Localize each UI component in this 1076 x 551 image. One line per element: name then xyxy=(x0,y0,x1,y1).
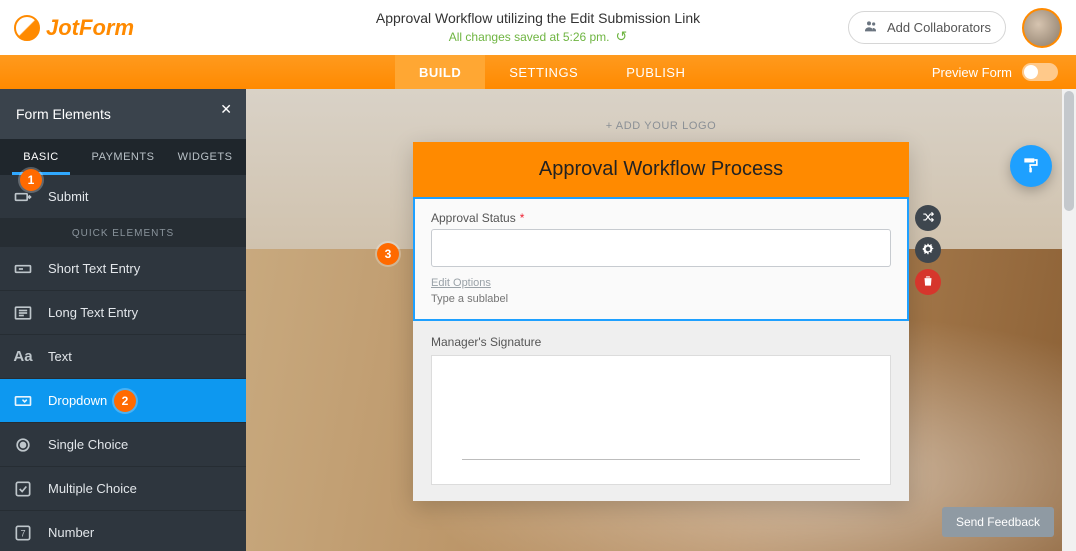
sidebar-title: Form Elements xyxy=(16,106,111,122)
sidebar-tab-widgets-label: WIDGETS xyxy=(178,151,233,163)
element-long-text-label: Long Text Entry xyxy=(48,305,138,320)
short-text-icon xyxy=(12,258,34,280)
approval-status-input[interactable] xyxy=(431,229,891,267)
dropdown-icon xyxy=(12,390,34,412)
logo[interactable]: JotForm xyxy=(14,15,134,41)
svg-text:7: 7 xyxy=(20,528,25,538)
revert-icon[interactable]: ↺ xyxy=(616,28,628,45)
number-icon: 7 xyxy=(12,522,34,544)
field-approval-status[interactable]: 3 Approval Status * Edit Options xyxy=(413,197,909,321)
add-collaborators-label: Add Collaborators xyxy=(887,20,991,35)
element-multiple-choice-label: Multiple Choice xyxy=(48,481,137,496)
theme-roller-button[interactable] xyxy=(1010,145,1052,187)
element-dropdown[interactable]: Dropdown 2 xyxy=(0,379,246,423)
trash-icon xyxy=(921,274,935,291)
step-badge-1: 1 xyxy=(20,169,42,191)
add-collaborators-button[interactable]: Add Collaborators xyxy=(848,11,1006,44)
element-short-text[interactable]: Short Text Entry xyxy=(0,247,246,291)
element-single-choice-label: Single Choice xyxy=(48,437,128,452)
element-short-text-label: Short Text Entry xyxy=(48,261,140,276)
required-asterisk-icon: * xyxy=(520,211,525,225)
field-shuffle-button[interactable] xyxy=(915,205,941,231)
tab-publish-label: PUBLISH xyxy=(626,65,685,80)
field-delete-button[interactable] xyxy=(915,269,941,295)
quick-elements-label: QUICK ELEMENTS xyxy=(0,219,246,247)
paint-roller-icon xyxy=(1021,155,1041,178)
sidebar-tab-payments-label: PAYMENTS xyxy=(92,151,155,163)
page-title: Approval Workflow utilizing the Edit Sub… xyxy=(376,10,700,26)
logo-text: JotForm xyxy=(46,15,134,41)
step-badge-2: 2 xyxy=(114,390,136,412)
sidebar-tab-basic-label: BASIC xyxy=(23,151,59,163)
long-text-icon xyxy=(12,302,34,324)
gear-icon xyxy=(921,242,935,259)
tab-settings[interactable]: SETTINGS xyxy=(485,55,602,89)
approval-status-label: Approval Status xyxy=(431,211,516,225)
tab-settings-label: SETTINGS xyxy=(509,65,578,80)
form-title[interactable]: Approval Workflow Process xyxy=(413,142,909,197)
close-sidebar-button[interactable]: ✕ xyxy=(220,101,232,118)
edit-options-link[interactable]: Edit Options xyxy=(431,277,491,289)
sublabel-input[interactable] xyxy=(431,293,551,305)
element-single-choice[interactable]: Single Choice xyxy=(0,423,246,467)
element-multiple-choice[interactable]: Multiple Choice xyxy=(0,467,246,511)
step-badge-3: 3 xyxy=(377,243,399,265)
sidebar-tab-payments[interactable]: PAYMENTS xyxy=(82,139,164,175)
element-submit-label: Submit xyxy=(48,189,88,204)
element-number-label: Number xyxy=(48,525,94,540)
send-feedback-button[interactable]: Send Feedback xyxy=(942,507,1054,537)
signature-pad[interactable] xyxy=(431,355,891,485)
shuffle-icon xyxy=(921,210,935,227)
signature-label: Manager's Signature xyxy=(431,335,541,349)
avatar[interactable] xyxy=(1022,8,1062,48)
add-logo-button[interactable]: + ADD YOUR LOGO xyxy=(246,89,1076,132)
sidebar-tab-basic[interactable]: BASIC xyxy=(0,139,82,175)
element-long-text[interactable]: Long Text Entry xyxy=(0,291,246,335)
builder-tabbar: BUILD SETTINGS PUBLISH Preview Form xyxy=(0,55,1076,89)
checkbox-icon xyxy=(12,478,34,500)
element-number[interactable]: 7 Number xyxy=(0,511,246,551)
logo-mark-icon xyxy=(14,15,40,41)
text-icon: Aa xyxy=(12,346,34,368)
preview-form-label: Preview Form xyxy=(932,65,1012,80)
people-icon xyxy=(863,18,879,37)
element-text[interactable]: Aa Text xyxy=(0,335,246,379)
tab-build[interactable]: BUILD xyxy=(395,55,485,89)
save-status: All changes saved at 5:26 pm. xyxy=(449,30,610,44)
element-text-label: Text xyxy=(48,349,72,364)
scrollbar[interactable] xyxy=(1062,89,1076,551)
scrollbar-thumb[interactable] xyxy=(1064,91,1074,211)
field-manager-signature[interactable]: Manager's Signature xyxy=(413,321,909,501)
sidebar-tab-widgets[interactable]: WIDGETS xyxy=(164,139,246,175)
preview-toggle[interactable] xyxy=(1022,63,1058,81)
radio-icon xyxy=(12,434,34,456)
tab-build-label: BUILD xyxy=(419,65,461,80)
signature-line-icon xyxy=(462,459,860,460)
field-settings-button[interactable] xyxy=(915,237,941,263)
element-dropdown-label: Dropdown xyxy=(48,393,107,408)
tab-publish[interactable]: PUBLISH xyxy=(602,55,709,89)
form-elements-sidebar: Form Elements ✕ BASIC PAYMENTS WIDGETS 1… xyxy=(0,89,246,551)
